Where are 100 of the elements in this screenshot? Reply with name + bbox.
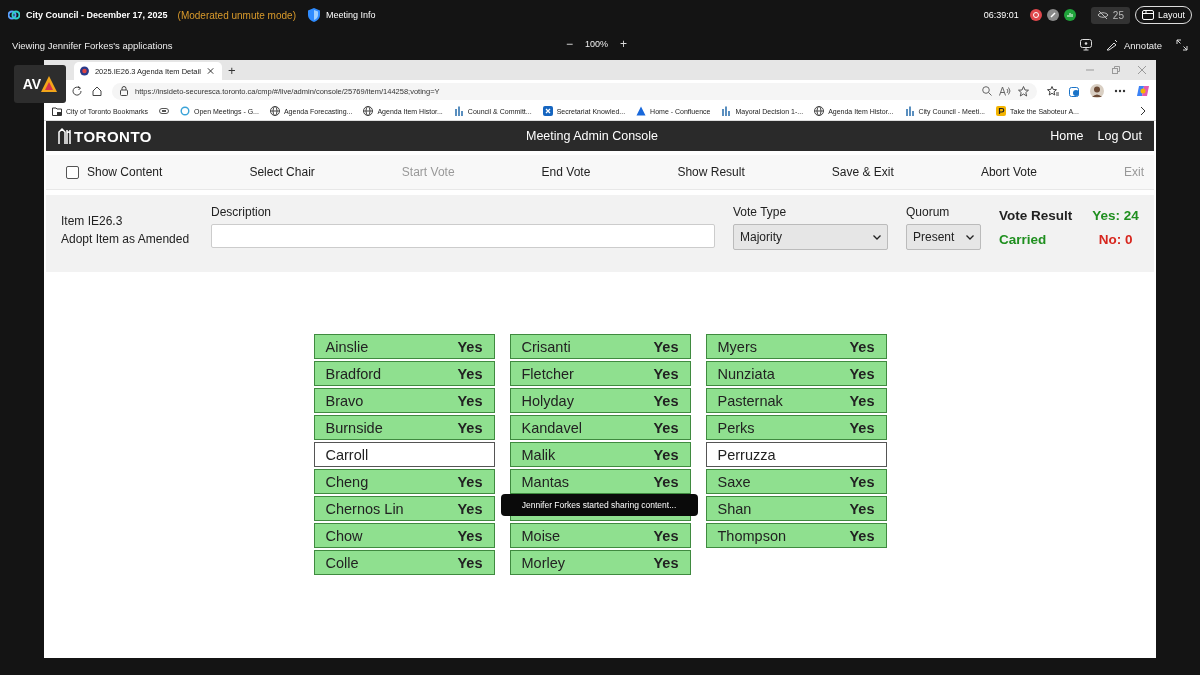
vote-value: Yes — [457, 500, 483, 517]
toolbar-button[interactable]: Abort Vote — [980, 165, 1037, 179]
collections-icon[interactable] — [1069, 85, 1080, 97]
quorum-dropdown[interactable]: Present — [906, 224, 981, 250]
peak-icon — [636, 106, 647, 116]
vote-value: Yes — [849, 419, 875, 436]
member-name: Thompson — [717, 527, 786, 544]
member-name: Perruzza — [717, 446, 776, 463]
reload-icon[interactable] — [72, 86, 82, 96]
vote-value: Yes — [653, 446, 679, 463]
member-name: Saxe — [717, 473, 751, 490]
expand-icon[interactable] — [1176, 39, 1188, 51]
member-name: Chow — [325, 527, 363, 544]
zoom-in-button[interactable]: + — [620, 38, 628, 50]
vote-value: Yes — [653, 338, 679, 355]
vote-value: Yes — [653, 419, 679, 436]
avatar-icon[interactable] — [1090, 84, 1104, 98]
app-logo-icon — [8, 10, 20, 20]
field-label: Vote Type — [733, 205, 788, 219]
toolbar-button[interactable]: End Vote — [541, 165, 591, 179]
field-label: Description — [211, 205, 273, 219]
member-name: Ainslie — [325, 338, 369, 355]
vote-value: Yes — [457, 473, 483, 490]
description-field[interactable] — [211, 224, 715, 248]
item-title: Adopt Item as Amended — [61, 232, 191, 246]
lock-icon — [120, 86, 128, 96]
member-name: Cheng — [325, 473, 369, 490]
member-name: Perks — [717, 419, 755, 436]
zoom-out-button[interactable]: − — [566, 38, 573, 50]
meeting-title: City Council - December 17, 2025 — [26, 10, 168, 20]
layout-icon — [1141, 10, 1154, 20]
vote-result-label: Vote Result — [999, 208, 1073, 223]
bar-chart-icon — [904, 106, 915, 116]
member-name: Nunziata — [717, 365, 775, 382]
p-logo-icon — [996, 106, 1007, 116]
annotate-button[interactable]: Annotate — [1105, 39, 1162, 51]
ring-icon — [179, 106, 190, 116]
member-name: Fletcher — [521, 365, 574, 382]
member-name: Bravo — [325, 392, 364, 409]
favorites-icon[interactable] — [1047, 85, 1059, 97]
member-name: Burnside — [325, 419, 383, 436]
vote-value: Yes — [653, 527, 679, 544]
toolbar-button[interactable]: Show Result — [677, 165, 745, 179]
vote-value: Yes — [457, 419, 483, 436]
city-logo-text: TORONTO — [74, 127, 152, 145]
city-hall-icon — [58, 127, 72, 145]
bar-chart-icon — [453, 106, 464, 116]
hidden-eye-icon — [1096, 10, 1109, 20]
audio-level-icon[interactable] — [1063, 9, 1076, 21]
item-number: Item IE26.3 — [61, 214, 124, 228]
logo-text: AV — [22, 76, 42, 92]
vote-value: Yes — [849, 527, 875, 544]
member-name: Chernos Lin — [325, 500, 404, 517]
star-icon[interactable] — [1018, 85, 1029, 97]
x-mark-icon — [542, 106, 553, 116]
pen-icon — [1105, 39, 1118, 51]
member-name: Morley — [521, 554, 565, 571]
new-tab-button[interactable]: + — [228, 62, 236, 78]
sharing-status: Viewing Jennifer Forkes's applications — [12, 39, 173, 51]
meeting-time: 06:39:01 — [983, 10, 1019, 20]
chevron-right-icon[interactable] — [1140, 106, 1146, 116]
nav-link[interactable]: Log Out — [1097, 129, 1142, 143]
triangle-icon — [41, 76, 58, 92]
no-count: No: 0 — [1097, 232, 1134, 247]
member-name: Kandavel — [521, 419, 582, 436]
globe-icon — [363, 106, 374, 116]
home-icon[interactable] — [92, 86, 102, 96]
toolbar-button[interactable]: Save & Exit — [831, 165, 894, 179]
nav-link[interactable]: Home — [1050, 129, 1084, 143]
chevron-down-icon — [966, 234, 974, 240]
vote-type-dropdown[interactable]: Majority — [733, 224, 888, 250]
toolbar-button[interactable]: Select Chair — [249, 165, 315, 179]
screen-icon[interactable] — [1079, 39, 1092, 51]
close-icon[interactable] — [206, 67, 214, 75]
meeting-info-button[interactable]: Meeting Info — [307, 8, 376, 22]
participants-button[interactable]: 25 — [1090, 6, 1130, 24]
member-name: Holyday — [521, 392, 574, 409]
more-icon[interactable] — [1114, 89, 1126, 93]
member-name: Shan — [717, 500, 752, 517]
vote-value: Yes — [849, 473, 875, 490]
vote-value: Yes — [457, 554, 483, 571]
checkbox[interactable] — [66, 165, 79, 179]
tag-icon[interactable] — [158, 106, 169, 116]
zoom-level: 100% — [585, 39, 609, 49]
member-name: Bradford — [325, 365, 382, 382]
vote-value: Yes — [457, 365, 483, 382]
vote-value: Yes — [653, 365, 679, 382]
vote-value: Yes — [457, 527, 483, 544]
folder-icon — [52, 106, 62, 116]
notification-toast: Jennifer Forkes started sharing content... — [500, 494, 698, 516]
checkbox-label[interactable]: Show Content — [87, 165, 163, 179]
field-label: Quorum — [906, 205, 951, 219]
record-icon[interactable] — [1029, 9, 1042, 21]
globe-icon — [269, 106, 280, 116]
member-name: Myers — [717, 338, 757, 355]
read-aloud-icon[interactable] — [999, 86, 1011, 96]
zoom-icon[interactable] — [982, 86, 992, 96]
console-title: Meeting Admin Console — [526, 129, 659, 143]
vote-value: Yes — [849, 392, 875, 409]
chevron-down-icon — [873, 234, 881, 240]
